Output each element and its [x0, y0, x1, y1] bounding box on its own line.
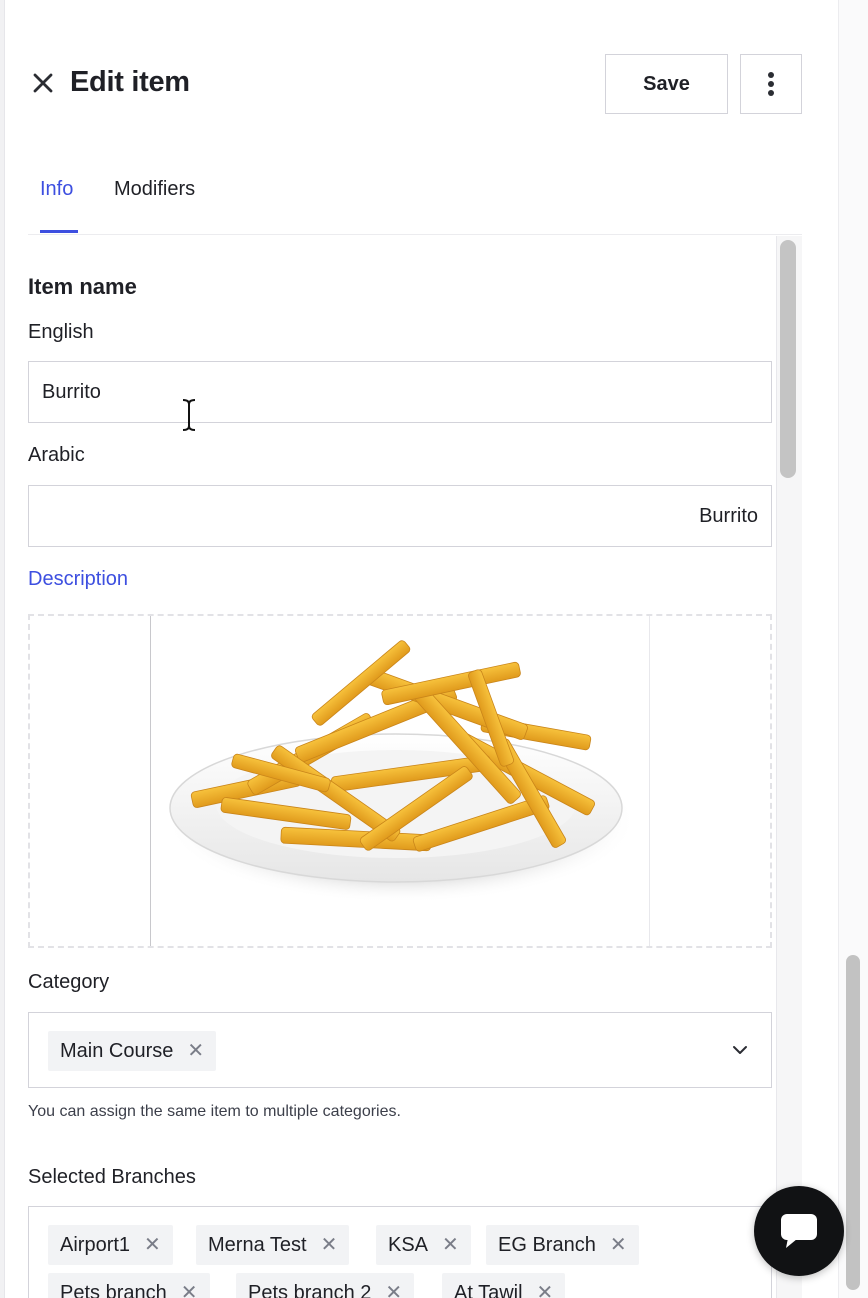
description-label: Description: [28, 568, 129, 590]
save-button[interactable]: Save: [605, 54, 728, 114]
branch-chip: Pets branch ✕: [48, 1273, 210, 1298]
category-select[interactable]: Main Course ✕: [28, 1012, 772, 1088]
english-label: English: [28, 321, 94, 343]
x-icon[interactable]: ✕: [187, 1041, 204, 1061]
branch-chip-label: Airport1: [60, 1233, 131, 1256]
category-helper-text: You can assign the same item to multiple…: [28, 1103, 401, 1120]
edit-item-header: Edit item Save: [28, 54, 802, 114]
x-icon[interactable]: ✕: [181, 1283, 198, 1298]
x-icon[interactable]: ✕: [321, 1235, 338, 1255]
close-icon: [33, 73, 53, 93]
chat-icon: [781, 1214, 817, 1248]
branch-chip: EG Branch ✕: [486, 1225, 639, 1265]
arabic-label: Arabic: [28, 444, 85, 466]
branch-chip: Merna Test ✕: [196, 1225, 350, 1265]
page-scrollbar-thumb[interactable]: [846, 955, 860, 1290]
chevron-down-icon[interactable]: [729, 1039, 751, 1061]
english-name-input[interactable]: Burrito: [28, 361, 772, 423]
more-options-button[interactable]: [740, 54, 802, 114]
arabic-name-input[interactable]: Burrito: [28, 485, 772, 547]
category-label: Category: [28, 971, 110, 993]
branch-chip-label: KSA: [388, 1233, 429, 1256]
category-chip-label: Main Course: [60, 1039, 174, 1062]
branch-chip-label: Merna Test: [208, 1233, 307, 1256]
page-title: Edit item: [70, 66, 190, 98]
active-tab-indicator: [40, 230, 78, 233]
x-icon[interactable]: ✕: [537, 1283, 554, 1298]
tab-modifiers[interactable]: Modifiers: [114, 178, 195, 201]
branch-chip-label: At Tawil: [454, 1281, 523, 1298]
item-image[interactable]: [150, 616, 650, 946]
item-name-heading: Item name: [28, 274, 137, 299]
category-chip: Main Course ✕: [48, 1031, 217, 1071]
x-icon[interactable]: ✕: [610, 1235, 627, 1255]
french-fries-image: [166, 640, 636, 903]
branch-chip: At Tawil ✕: [442, 1273, 566, 1298]
branch-chip-label: EG Branch: [498, 1233, 596, 1256]
left-edge-divider: [0, 0, 5, 1298]
branch-chip: Airport1 ✕: [48, 1225, 173, 1265]
panel-scrollbar-thumb[interactable]: [780, 240, 796, 478]
arabic-name-value: Burrito: [699, 504, 758, 527]
branch-chip-label: Pets branch 2: [248, 1281, 372, 1298]
close-button[interactable]: [28, 68, 58, 98]
text-cursor-icon: [182, 399, 196, 431]
x-icon[interactable]: ✕: [442, 1235, 459, 1255]
chat-launcher-button[interactable]: [754, 1186, 844, 1276]
more-vertical-icon: [768, 72, 774, 96]
branch-chip: Pets branch 2 ✕: [236, 1273, 415, 1298]
branches-label: Selected Branches: [28, 1166, 196, 1188]
english-name-value: Burrito: [42, 380, 101, 403]
tab-info[interactable]: Info: [40, 178, 73, 201]
x-icon[interactable]: ✕: [144, 1235, 161, 1255]
branch-chip-label: Pets branch: [60, 1281, 167, 1298]
branch-chip: KSA ✕: [376, 1225, 471, 1265]
x-icon[interactable]: ✕: [385, 1283, 402, 1298]
branches-select[interactable]: Airport1 ✕ Merna Test ✕ KSA ✕ EG Branch …: [28, 1206, 772, 1298]
